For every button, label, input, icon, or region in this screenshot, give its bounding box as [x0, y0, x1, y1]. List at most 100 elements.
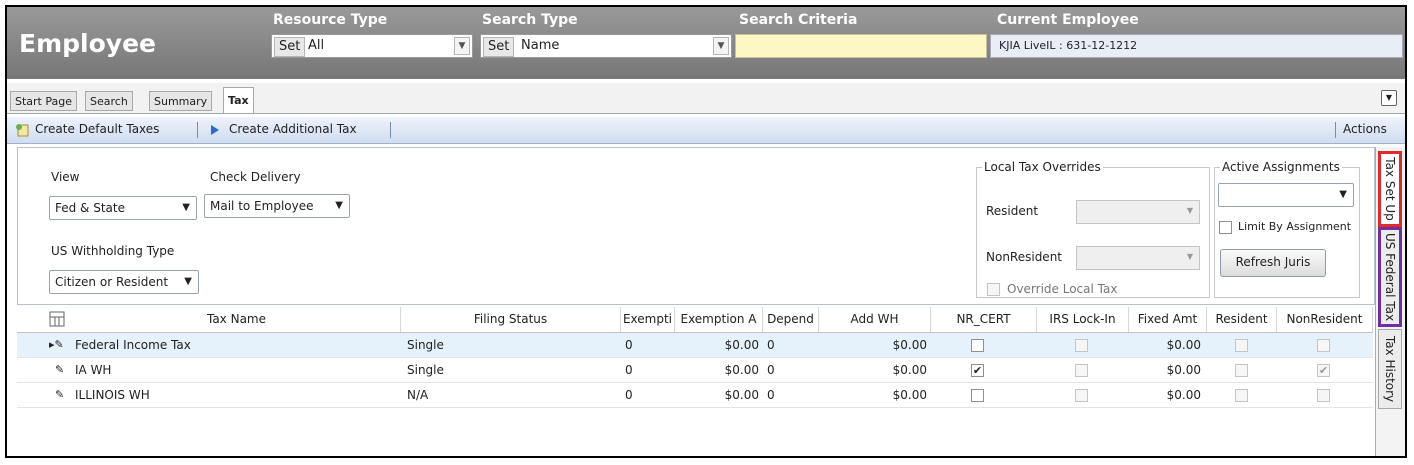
edit-row-icon[interactable]: ✎ — [55, 358, 64, 382]
check-delivery-dropdown[interactable]: Mail to Employee ▼ — [204, 194, 350, 218]
new-document-icon — [16, 124, 29, 137]
tax-grid: Tax Name Filing Status Exempti Exemption… — [17, 307, 1373, 417]
active-assignments-legend: Active Assignments — [1222, 160, 1340, 174]
nonresident-override-select[interactable]: ▼ — [1076, 246, 1200, 270]
column-chooser-icon[interactable] — [49, 311, 65, 327]
add-wh-cell: $0.00 — [892, 363, 927, 377]
tab-start-page[interactable]: Start Page — [10, 91, 77, 111]
nr-cert-checkbox[interactable]: ✔ — [971, 364, 984, 377]
fixed-amt-cell: $0.00 — [1166, 338, 1201, 352]
chevron-down-icon[interactable]: ▼ — [454, 37, 470, 55]
irs-lock-in-checkbox[interactable] — [1075, 339, 1088, 352]
irs-lock-in-checkbox[interactable] — [1075, 389, 1088, 402]
edit-row-icon[interactable]: ▸✎ — [49, 333, 64, 357]
add-wh-cell: $0.00 — [892, 338, 927, 352]
tax-options-panel: View Fed & State ▼ Check Delivery Mail t… — [17, 147, 1375, 305]
exemptions-cell: 0 — [625, 388, 633, 402]
tab-tax-history[interactable]: Tax History — [1378, 329, 1402, 409]
triangle-down-icon: ▼ — [1339, 189, 1347, 200]
depend-cell: 0 — [767, 388, 775, 402]
edit-row-icon[interactable]: ✎ — [55, 383, 64, 407]
create-default-taxes-button[interactable]: Create Default Taxes — [35, 122, 159, 136]
collapse-icon[interactable]: ▼ — [1381, 90, 1397, 106]
tab-search[interactable]: Search — [85, 91, 133, 111]
check-delivery-value: Mail to Employee — [210, 199, 314, 213]
us-withholding-type-label: US Withholding Type — [51, 244, 175, 258]
search-type-value: Name — [521, 38, 560, 53]
fixed-amt-cell: $0.00 — [1166, 363, 1201, 377]
triangle-down-icon: ▼ — [335, 200, 343, 211]
nonresident-checkbox[interactable] — [1317, 339, 1330, 352]
column-header-filing-status[interactable]: Filing Status — [401, 307, 621, 332]
resident-override-select[interactable]: ▼ — [1076, 200, 1200, 224]
resident-checkbox[interactable] — [1235, 389, 1248, 402]
column-header-add-wh[interactable]: Add WH — [819, 307, 931, 332]
nonresident-checkbox[interactable] — [1317, 389, 1330, 402]
exemptions-cell: 0 — [625, 363, 633, 377]
actions-menu-button[interactable]: Actions — [1343, 122, 1387, 136]
column-header-nonresident[interactable]: NonResident — [1277, 307, 1373, 332]
toolbar-divider — [1335, 122, 1336, 138]
exemption-amount-cell: $0.00 — [724, 388, 759, 402]
view-dropdown[interactable]: Fed & State ▼ — [49, 196, 197, 220]
toolbar-divider — [197, 122, 198, 138]
page-title: Employee — [19, 29, 156, 58]
search-type-combo[interactable]: Set Name ▼ — [480, 34, 732, 58]
column-header-resident[interactable]: Resident — [1207, 307, 1277, 332]
tax-name-cell: IA WH — [75, 363, 112, 377]
column-header-fixed-amt[interactable]: Fixed Amt — [1129, 307, 1207, 332]
active-assignments-dropdown[interactable]: ▼ — [1218, 183, 1354, 207]
exemption-amount-cell: $0.00 — [724, 338, 759, 352]
column-header-exemptions[interactable]: Exempti — [621, 307, 675, 332]
search-criteria-input[interactable] — [735, 34, 987, 58]
refresh-juris-button[interactable]: Refresh Juris — [1220, 249, 1326, 277]
column-header-nr-cert[interactable]: NR_CERT — [931, 307, 1037, 332]
table-row[interactable]: ✎ IA WH Single 0 $0.00 0 $0.00 ✔ $0.00 ✔ — [17, 358, 1373, 383]
irs-lock-in-checkbox[interactable] — [1075, 364, 1088, 377]
grid-header: Tax Name Filing Status Exempti Exemption… — [17, 307, 1373, 333]
tab-tax-set-up-label: Tax Set Up — [1383, 157, 1397, 221]
nonresident-checkbox[interactable]: ✔ — [1317, 364, 1330, 377]
exemption-amount-cell: $0.00 — [724, 363, 759, 377]
limit-by-assignment-checkbox[interactable] — [1219, 221, 1232, 234]
tab-tax[interactable]: Tax — [223, 87, 254, 113]
resource-type-set-button[interactable]: Set — [274, 37, 306, 57]
column-header-exemption-amount[interactable]: Exemption A — [675, 307, 763, 332]
override-local-tax-checkbox[interactable] — [987, 283, 1000, 296]
resident-checkbox[interactable] — [1235, 339, 1248, 352]
tab-us-federal-tax-label: US Federal Tax — [1383, 232, 1397, 322]
us-withholding-type-value: Citizen or Resident — [55, 275, 169, 289]
search-type-set-button[interactable]: Set — [483, 37, 515, 57]
nr-cert-checkbox[interactable] — [971, 389, 984, 402]
chevron-down-icon[interactable]: ▼ — [713, 37, 729, 55]
play-arrow-icon — [211, 125, 219, 135]
tab-us-federal-tax[interactable]: US Federal Tax — [1378, 227, 1402, 327]
tab-tax-set-up[interactable]: Tax Set Up — [1378, 151, 1402, 227]
chevron-down-icon: ▼ — [1186, 206, 1193, 215]
table-row[interactable]: ✎ ILLINOIS WH N/A 0 $0.00 0 $0.00 $0.00 — [17, 383, 1373, 408]
local-tax-overrides-legend: Local Tax Overrides — [984, 160, 1101, 174]
view-label: View — [51, 170, 80, 184]
create-additional-tax-button[interactable]: Create Additional Tax — [229, 122, 357, 136]
column-header-tax-name[interactable]: Tax Name — [73, 307, 401, 332]
resident-checkbox[interactable] — [1235, 364, 1248, 377]
tab-strip: Start Page Search Summary Tax ▼ — [7, 83, 1405, 114]
tab-summary[interactable]: Summary — [149, 91, 213, 111]
column-header-depend[interactable]: Depend — [763, 307, 819, 332]
action-bar: Create Default Taxes Create Additional T… — [7, 117, 1405, 144]
triangle-down-icon: ▼ — [184, 276, 192, 287]
column-header-irs-lock-in[interactable]: IRS Lock-In — [1037, 307, 1129, 332]
header-bar: Employee Resource Type Set All ▼ Search … — [7, 7, 1405, 79]
resource-type-combo[interactable]: Set All ▼ — [271, 34, 473, 58]
search-criteria-label: Search Criteria — [739, 12, 858, 28]
filing-status-cell: Single — [407, 363, 444, 377]
toolbar-divider — [390, 122, 391, 138]
limit-by-assignment-label: Limit By Assignment — [1238, 220, 1352, 233]
local-tax-overrides-group: Local Tax Overrides — [976, 160, 1210, 298]
depend-cell: 0 — [767, 338, 775, 352]
tax-name-cell: ILLINOIS WH — [75, 388, 150, 402]
us-withholding-type-dropdown[interactable]: Citizen or Resident ▼ — [49, 270, 199, 294]
table-row[interactable]: ▸✎ Federal Income Tax Single 0 $0.00 0 $… — [17, 333, 1373, 358]
nr-cert-checkbox[interactable] — [971, 339, 984, 352]
add-wh-cell: $0.00 — [892, 388, 927, 402]
